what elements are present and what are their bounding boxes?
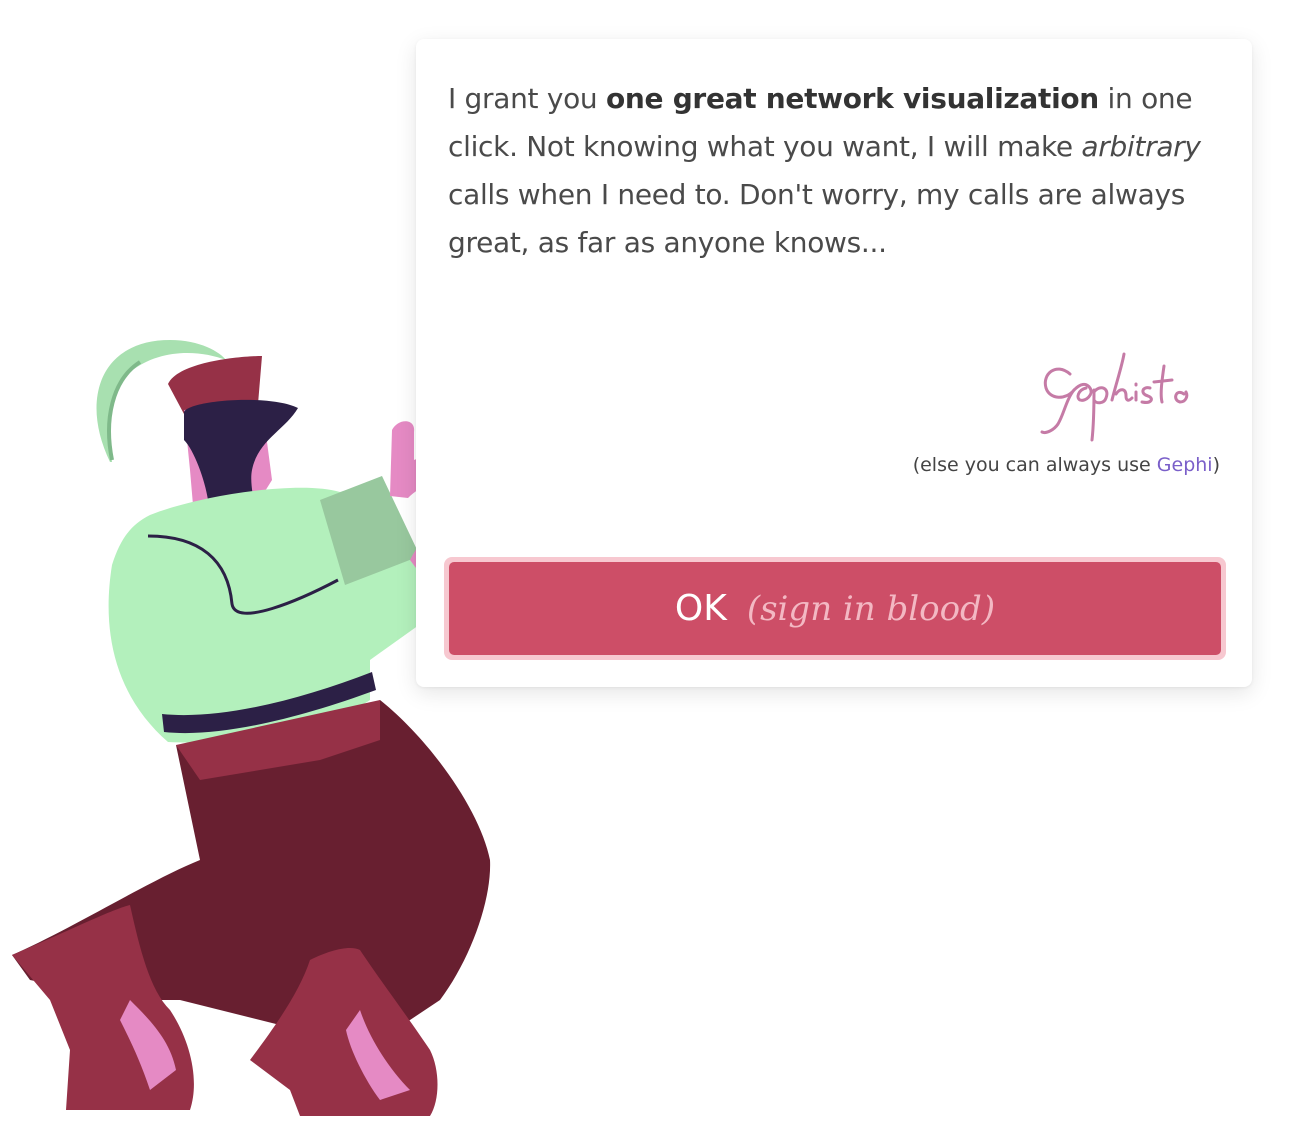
message-italic-text: arbitrary: [1081, 130, 1201, 163]
message-bold-text: one great network visualization: [605, 82, 1099, 115]
gephisto-signature: [1040, 352, 1189, 442]
message-text-1: I grant you: [448, 82, 606, 115]
note-suffix: ): [1212, 454, 1220, 476]
ok-button-sublabel: (sign in blood): [746, 588, 996, 629]
note-prefix: (else you can always use: [912, 454, 1157, 476]
gephi-alternative-note: (else you can always use Gephi): [913, 454, 1220, 476]
message-text-3: calls when I need to. Don't worry, my ca…: [448, 178, 1185, 259]
page: I grant you one great network visualizat…: [0, 0, 1308, 1137]
gephi-link[interactable]: Gephi: [1157, 454, 1213, 476]
dialog-card: I grant you one great network visualizat…: [416, 39, 1252, 687]
ok-sign-in-blood-button[interactable]: OK (sign in blood): [449, 562, 1221, 655]
ok-button-label: OK: [674, 588, 727, 629]
ok-button-outline: OK (sign in blood): [444, 557, 1226, 660]
dialog-message: I grant you one great network visualizat…: [448, 75, 1238, 267]
